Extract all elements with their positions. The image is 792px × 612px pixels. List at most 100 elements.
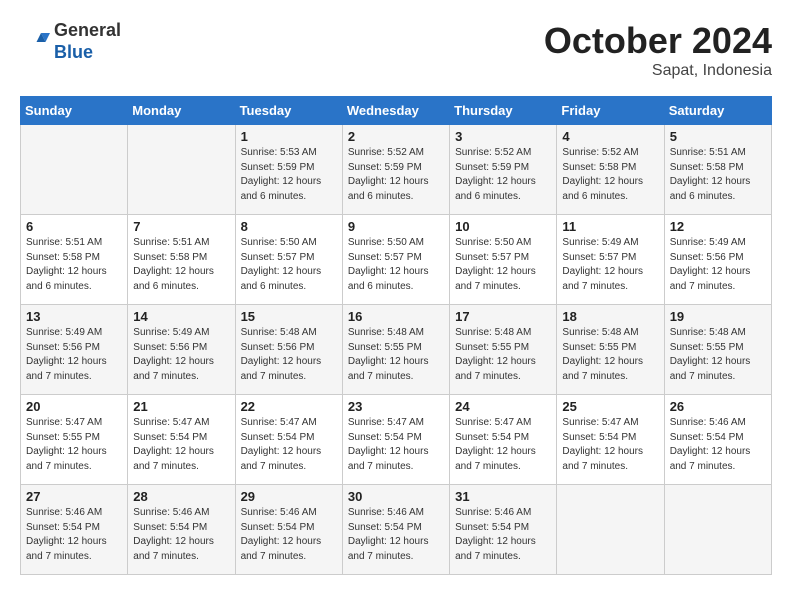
calendar-week-row: 13 Sunrise: 5:49 AM Sunset: 5:56 PM Dayli… bbox=[21, 305, 772, 395]
day-info: Sunrise: 5:49 AM Sunset: 5:56 PM Dayligh… bbox=[26, 326, 122, 384]
day-number: 25 bbox=[562, 399, 658, 414]
day-number: 13 bbox=[26, 309, 122, 324]
header-sunday: Sunday bbox=[21, 97, 128, 125]
header-thursday: Thursday bbox=[450, 97, 557, 125]
day-info: Sunrise: 5:50 AM Sunset: 5:57 PM Dayligh… bbox=[241, 236, 337, 294]
logo-general-text: General bbox=[54, 20, 121, 40]
day-info: Sunrise: 5:48 AM Sunset: 5:55 PM Dayligh… bbox=[455, 326, 551, 384]
header-monday: Monday bbox=[128, 97, 235, 125]
month-title: October 2024 bbox=[544, 20, 772, 62]
day-number: 14 bbox=[133, 309, 229, 324]
calendar-cell bbox=[557, 485, 664, 575]
day-number: 31 bbox=[455, 489, 551, 504]
day-info: Sunrise: 5:46 AM Sunset: 5:54 PM Dayligh… bbox=[133, 506, 229, 564]
day-number: 26 bbox=[670, 399, 766, 414]
header-saturday: Saturday bbox=[664, 97, 771, 125]
day-info: Sunrise: 5:51 AM Sunset: 5:58 PM Dayligh… bbox=[133, 236, 229, 294]
day-info: Sunrise: 5:51 AM Sunset: 5:58 PM Dayligh… bbox=[670, 146, 766, 204]
day-number: 22 bbox=[241, 399, 337, 414]
day-info: Sunrise: 5:50 AM Sunset: 5:57 PM Dayligh… bbox=[348, 236, 444, 294]
header-wednesday: Wednesday bbox=[342, 97, 449, 125]
day-number: 24 bbox=[455, 399, 551, 414]
logo: General Blue bbox=[20, 20, 121, 63]
calendar-week-row: 1 Sunrise: 5:53 AM Sunset: 5:59 PM Daylig… bbox=[21, 125, 772, 215]
day-info: Sunrise: 5:49 AM Sunset: 5:57 PM Dayligh… bbox=[562, 236, 658, 294]
calendar-cell: 14Sunrise: 5:49 AM Sunset: 5:56 PM Dayli… bbox=[128, 305, 235, 395]
calendar-cell: 31Sunrise: 5:46 AM Sunset: 5:54 PM Dayli… bbox=[450, 485, 557, 575]
calendar-cell: 11 Sunrise: 5:49 AM Sunset: 5:57 PM Dayli… bbox=[557, 215, 664, 305]
day-number: 23 bbox=[348, 399, 444, 414]
day-number: 3 bbox=[455, 129, 551, 144]
day-number: 1 bbox=[241, 129, 337, 144]
day-info: Sunrise: 5:48 AM Sunset: 5:55 PM Dayligh… bbox=[562, 326, 658, 384]
logo-blue-text: Blue bbox=[54, 42, 93, 62]
day-number: 2 bbox=[348, 129, 444, 144]
calendar-cell: 23 Sunrise: 5:47 AM Sunset: 5:54 PM Dayli… bbox=[342, 395, 449, 485]
day-number: 19 bbox=[670, 309, 766, 324]
day-number: 28 bbox=[133, 489, 229, 504]
header-tuesday: Tuesday bbox=[235, 97, 342, 125]
calendar-cell: 24Sunrise: 5:47 AM Sunset: 5:54 PM Dayli… bbox=[450, 395, 557, 485]
calendar-cell: 26 Sunrise: 5:46 AM Sunset: 5:54 PM Dayli… bbox=[664, 395, 771, 485]
day-info: Sunrise: 5:49 AM Sunset: 5:56 PM Dayligh… bbox=[670, 236, 766, 294]
calendar-cell: 12 Sunrise: 5:49 AM Sunset: 5:56 PM Dayli… bbox=[664, 215, 771, 305]
day-number: 17 bbox=[455, 309, 551, 324]
calendar-cell: 8Sunrise: 5:50 AM Sunset: 5:57 PM Daylig… bbox=[235, 215, 342, 305]
calendar-cell: 1 Sunrise: 5:53 AM Sunset: 5:59 PM Daylig… bbox=[235, 125, 342, 215]
location-subtitle: Sapat, Indonesia bbox=[544, 62, 772, 80]
calendar-cell: 3 Sunrise: 5:52 AM Sunset: 5:59 PM Daylig… bbox=[450, 125, 557, 215]
calendar-cell: 13 Sunrise: 5:49 AM Sunset: 5:56 PM Dayli… bbox=[21, 305, 128, 395]
day-info: Sunrise: 5:47 AM Sunset: 5:54 PM Dayligh… bbox=[348, 416, 444, 474]
calendar-cell: 6 Sunrise: 5:51 AM Sunset: 5:58 PM Daylig… bbox=[21, 215, 128, 305]
day-info: Sunrise: 5:47 AM Sunset: 5:54 PM Dayligh… bbox=[562, 416, 658, 474]
day-info: Sunrise: 5:47 AM Sunset: 5:54 PM Dayligh… bbox=[241, 416, 337, 474]
calendar-cell: 5 Sunrise: 5:51 AM Sunset: 5:58 PM Daylig… bbox=[664, 125, 771, 215]
calendar-cell: 17 Sunrise: 5:48 AM Sunset: 5:55 PM Dayli… bbox=[450, 305, 557, 395]
day-number: 11 bbox=[562, 219, 658, 234]
calendar-week-row: 6 Sunrise: 5:51 AM Sunset: 5:58 PM Daylig… bbox=[21, 215, 772, 305]
calendar-cell: 28 Sunrise: 5:46 AM Sunset: 5:54 PM Dayli… bbox=[128, 485, 235, 575]
calendar-header-row: SundayMondayTuesdayWednesdayThursdayFrid… bbox=[21, 97, 772, 125]
day-number: 12 bbox=[670, 219, 766, 234]
day-info: Sunrise: 5:48 AM Sunset: 5:56 PM Dayligh… bbox=[241, 326, 337, 384]
page-header: General Blue October 2024 Sapat, Indones… bbox=[20, 20, 772, 80]
day-info: Sunrise: 5:47 AM Sunset: 5:55 PM Dayligh… bbox=[26, 416, 122, 474]
day-number: 15 bbox=[241, 309, 337, 324]
day-number: 18 bbox=[562, 309, 658, 324]
calendar-cell: 10 Sunrise: 5:50 AM Sunset: 5:57 PM Dayli… bbox=[450, 215, 557, 305]
calendar-cell: 21 Sunrise: 5:47 AM Sunset: 5:54 PM Dayli… bbox=[128, 395, 235, 485]
day-info: Sunrise: 5:47 AM Sunset: 5:54 PM Dayligh… bbox=[133, 416, 229, 474]
day-number: 6 bbox=[26, 219, 122, 234]
calendar-cell bbox=[21, 125, 128, 215]
calendar-week-row: 20 Sunrise: 5:47 AM Sunset: 5:55 PM Dayli… bbox=[21, 395, 772, 485]
calendar-cell: 25 Sunrise: 5:47 AM Sunset: 5:54 PM Dayli… bbox=[557, 395, 664, 485]
day-number: 5 bbox=[670, 129, 766, 144]
day-info: Sunrise: 5:52 AM Sunset: 5:59 PM Dayligh… bbox=[348, 146, 444, 204]
day-number: 20 bbox=[26, 399, 122, 414]
day-info: Sunrise: 5:53 AM Sunset: 5:59 PM Dayligh… bbox=[241, 146, 337, 204]
header-friday: Friday bbox=[557, 97, 664, 125]
day-info: Sunrise: 5:46 AM Sunset: 5:54 PM Dayligh… bbox=[670, 416, 766, 474]
calendar-cell bbox=[664, 485, 771, 575]
calendar-cell: 19Sunrise: 5:48 AM Sunset: 5:55 PM Dayli… bbox=[664, 305, 771, 395]
calendar-cell: 29Sunrise: 5:46 AM Sunset: 5:54 PM Dayli… bbox=[235, 485, 342, 575]
calendar-cell bbox=[128, 125, 235, 215]
day-info: Sunrise: 5:46 AM Sunset: 5:54 PM Dayligh… bbox=[348, 506, 444, 564]
day-number: 21 bbox=[133, 399, 229, 414]
day-number: 7 bbox=[133, 219, 229, 234]
title-block: October 2024 Sapat, Indonesia bbox=[544, 20, 772, 80]
day-number: 10 bbox=[455, 219, 551, 234]
calendar-table: SundayMondayTuesdayWednesdayThursdayFrid… bbox=[20, 96, 772, 575]
calendar-cell: 9Sunrise: 5:50 AM Sunset: 5:57 PM Daylig… bbox=[342, 215, 449, 305]
calendar-cell: 22 Sunrise: 5:47 AM Sunset: 5:54 PM Dayli… bbox=[235, 395, 342, 485]
day-info: Sunrise: 5:52 AM Sunset: 5:59 PM Dayligh… bbox=[455, 146, 551, 204]
day-info: Sunrise: 5:51 AM Sunset: 5:58 PM Dayligh… bbox=[26, 236, 122, 294]
day-info: Sunrise: 5:52 AM Sunset: 5:58 PM Dayligh… bbox=[562, 146, 658, 204]
day-info: Sunrise: 5:48 AM Sunset: 5:55 PM Dayligh… bbox=[348, 326, 444, 384]
day-info: Sunrise: 5:50 AM Sunset: 5:57 PM Dayligh… bbox=[455, 236, 551, 294]
day-number: 16 bbox=[348, 309, 444, 324]
day-number: 29 bbox=[241, 489, 337, 504]
calendar-cell: 16 Sunrise: 5:48 AM Sunset: 5:55 PM Dayli… bbox=[342, 305, 449, 395]
day-number: 30 bbox=[348, 489, 444, 504]
calendar-cell: 4Sunrise: 5:52 AM Sunset: 5:58 PM Daylig… bbox=[557, 125, 664, 215]
